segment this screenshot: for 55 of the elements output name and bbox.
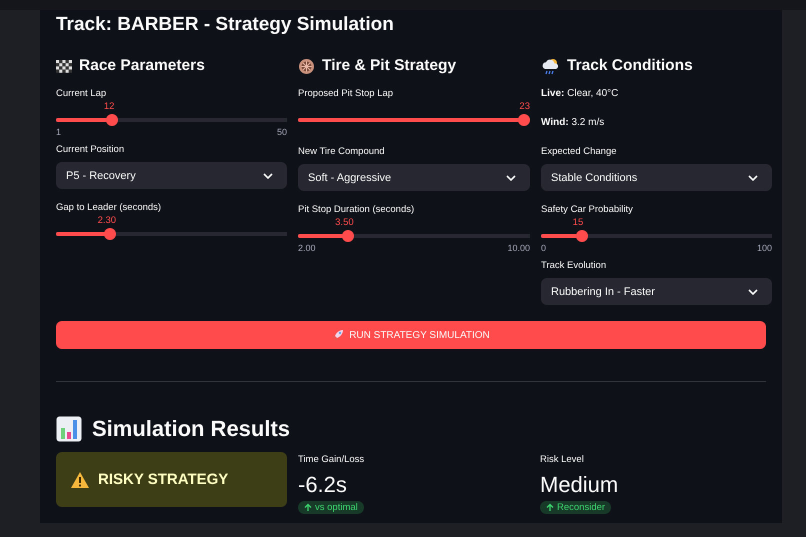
warning-text: RISKY STRATEGY — [98, 471, 228, 488]
arrow-up-icon — [304, 503, 312, 512]
section-heading: Tire & Pit Strategy — [322, 57, 456, 75]
chevron-down-icon — [506, 174, 516, 180]
metric-delta: Reconsider — [540, 501, 612, 514]
select-label: Current Position — [56, 144, 124, 156]
section-heading: Race Parameters — [79, 57, 205, 75]
dropdown[interactable]: Soft - Aggressive — [298, 164, 530, 191]
info-text: Wind: 3.2 m/s — [541, 117, 604, 129]
slider-value: 3.50 — [335, 217, 354, 228]
select-label: New Tire Compound — [298, 146, 385, 158]
metric-label: Risk Level — [540, 454, 584, 466]
bar-chart-icon — [56, 416, 82, 442]
chevron-down-icon — [748, 288, 758, 294]
metric-value: Medium — [540, 471, 618, 499]
slider-handle[interactable] — [342, 230, 354, 242]
slider-min-label: 0 — [541, 242, 546, 254]
arrow-up-icon — [546, 503, 554, 512]
dropdown[interactable]: Stable Conditions — [541, 164, 772, 191]
slider-max-label: 50 — [276, 126, 287, 138]
chevron-down-icon — [748, 174, 758, 180]
slider-label: Safety Car Probability — [541, 204, 633, 216]
select-label: Expected Change — [541, 146, 617, 158]
page-title: Track: BARBER - Strategy Simulation — [56, 13, 394, 36]
slider-handle[interactable] — [106, 114, 118, 126]
metric-label: Time Gain/Loss — [298, 454, 364, 466]
slider-label: Pit Stop Duration (seconds) — [298, 204, 414, 216]
slider-value: 12 — [104, 101, 114, 112]
slider-handle[interactable] — [576, 230, 588, 242]
dropdown[interactable]: Rubbering In - Faster — [541, 278, 772, 305]
slider-max-label: 10.00 — [507, 242, 530, 254]
slider-label: Current Lap — [56, 88, 106, 100]
slider-value: 15 — [572, 217, 584, 228]
slider-min-label: 2.00 — [298, 242, 316, 254]
metric-delta: vs optimal — [298, 501, 364, 514]
rain-cloud-icon — [541, 58, 560, 74]
slider-handle[interactable] — [104, 228, 116, 240]
wheel-icon — [298, 58, 315, 74]
section-heading: Track Conditions — [567, 57, 693, 75]
metric-value: -6.2s — [298, 471, 347, 499]
slider-value: 2.30 — [98, 215, 116, 226]
slider-label: Gap to Leader (seconds) — [56, 202, 162, 214]
slider-label: Proposed Pit Stop Lap — [298, 88, 394, 100]
section-heading: Simulation Results — [92, 416, 290, 442]
select-label: Track Evolution — [541, 260, 606, 272]
slider-handle[interactable] — [518, 114, 530, 126]
info-text: Live: Clear, 40°C — [541, 88, 618, 100]
slider-min-label: 1 — [56, 126, 62, 138]
warning-icon — [70, 470, 90, 488]
slider-max-label: 100 — [756, 242, 772, 254]
slider-value: 23 — [519, 101, 530, 112]
rocket-icon — [332, 329, 344, 341]
dropdown[interactable]: P5 - Recovery — [56, 162, 287, 189]
checkered-flag-icon — [56, 59, 72, 73]
chevron-down-icon — [263, 172, 273, 178]
